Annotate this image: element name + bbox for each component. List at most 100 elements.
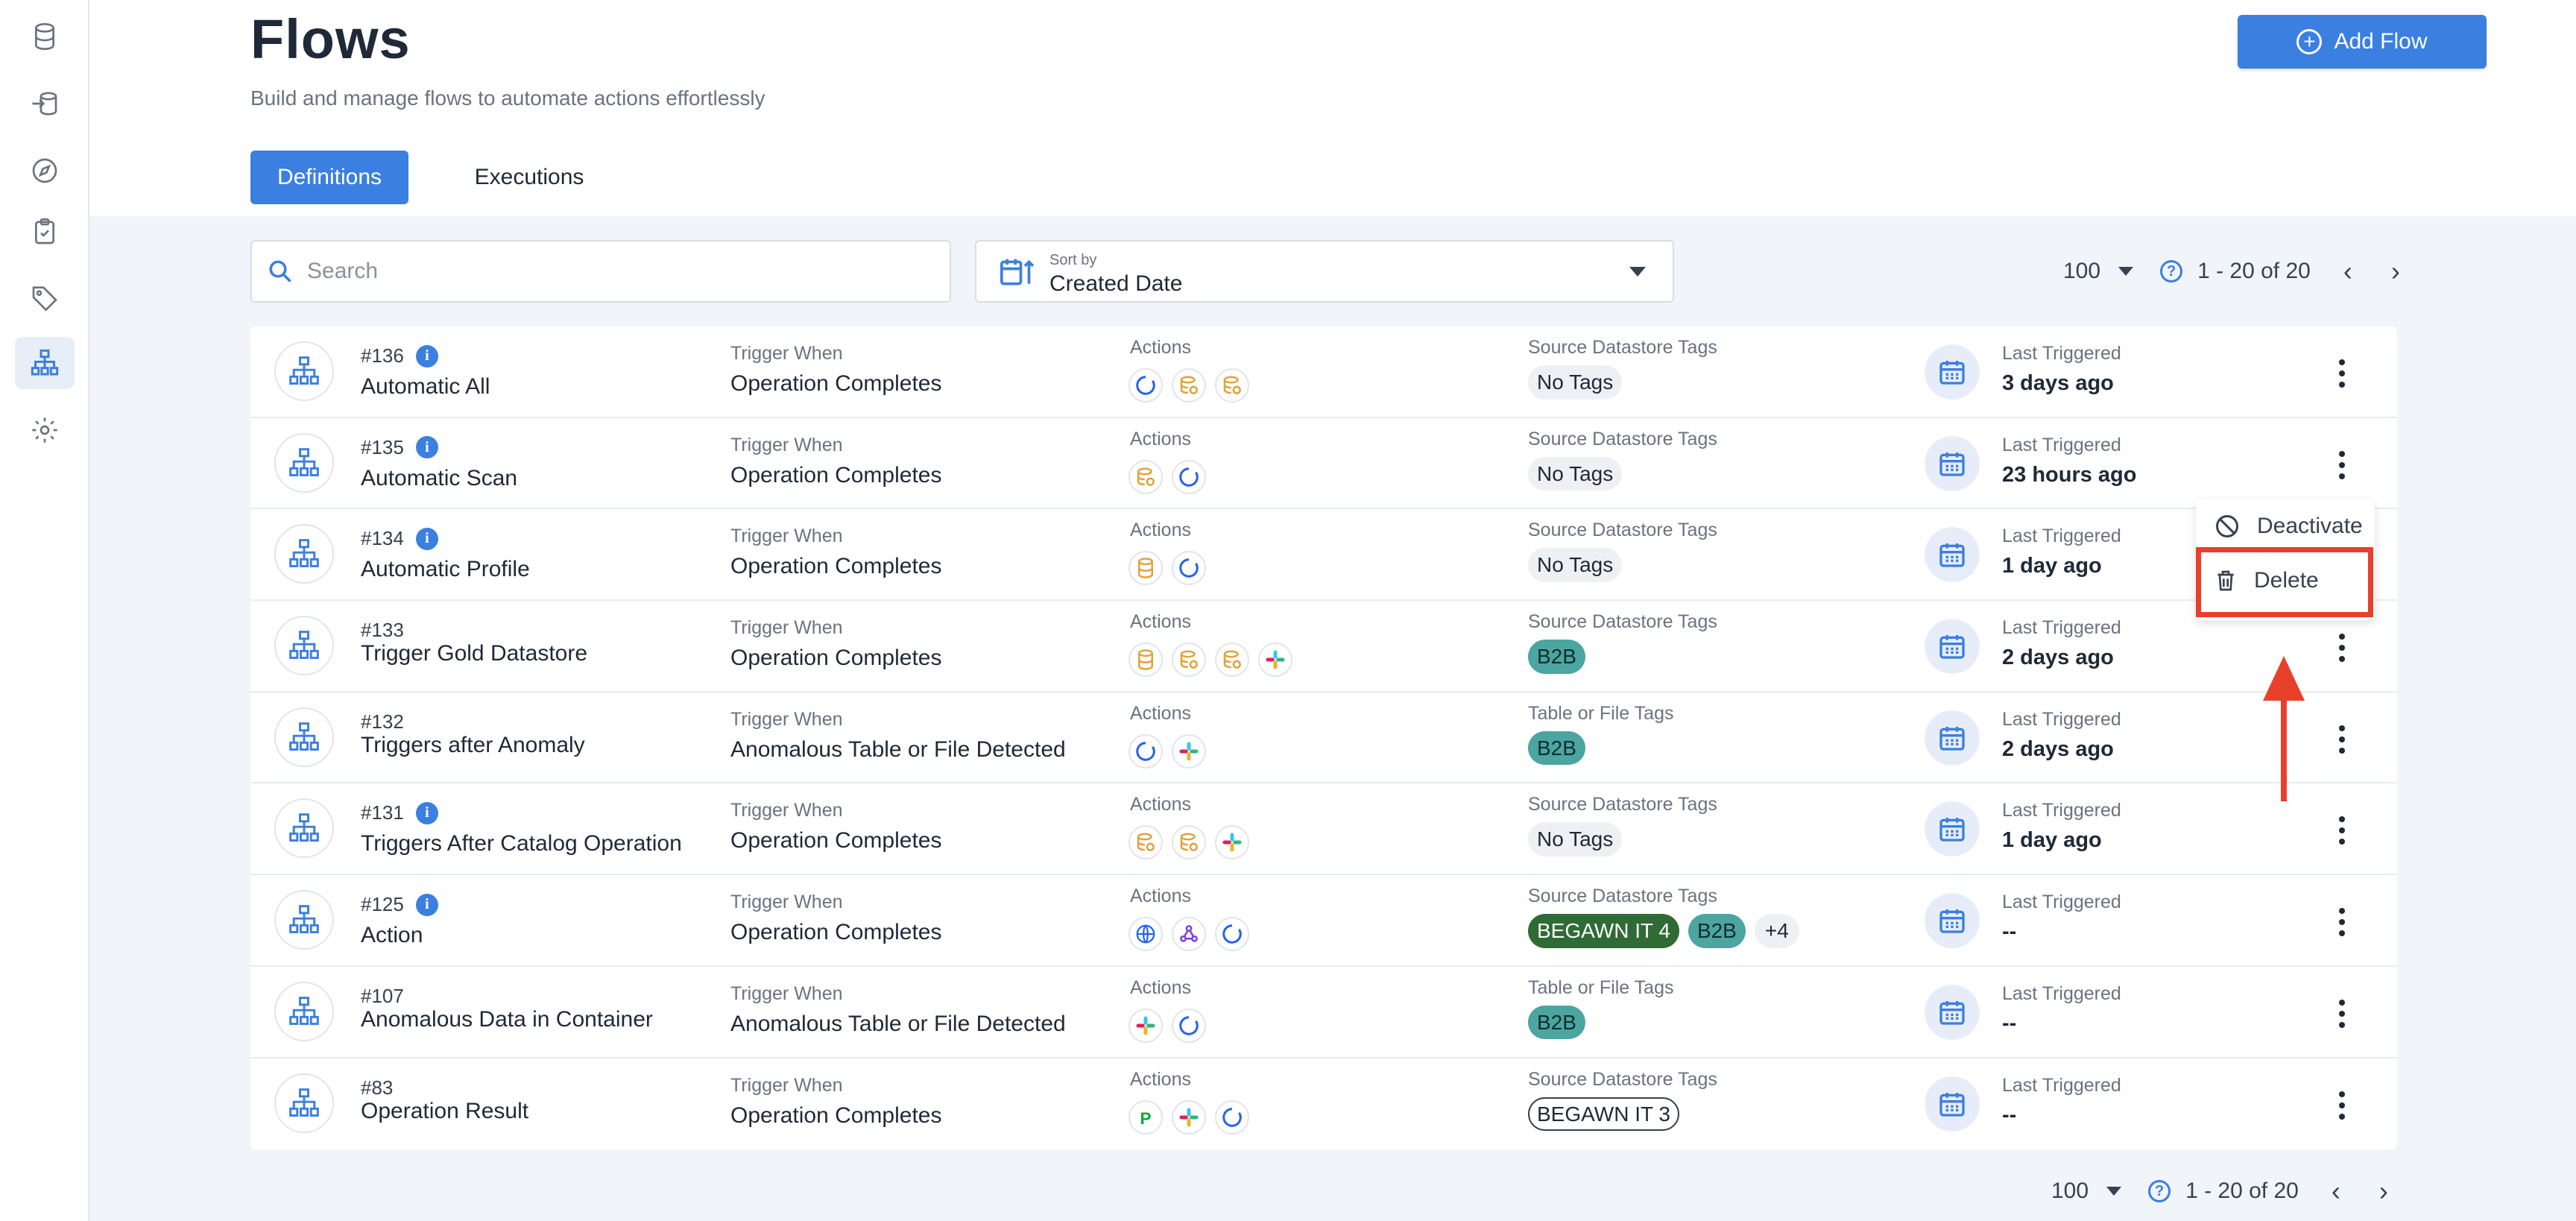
chevron-left-icon[interactable]: ‹ [2332, 1178, 2340, 1205]
more-options-icon[interactable] [2327, 629, 2357, 666]
search-icon [269, 260, 291, 283]
more-options-icon[interactable] [2327, 721, 2357, 758]
tag-list: BEGAWN IT 3 [1528, 1097, 1679, 1132]
chevron-left-icon[interactable]: ‹ [2343, 258, 2352, 285]
tags-label: Table or File Tags [1528, 702, 1674, 724]
flow-name[interactable]: Trigger Gold Datastore [361, 641, 587, 666]
table-row[interactable]: #125 i Action Trigger When Operation Com… [250, 875, 2397, 967]
database-icon [35, 23, 54, 51]
pagerduty-icon: P [1128, 1099, 1163, 1135]
trigger-label: Trigger When [730, 617, 843, 639]
per-page-select[interactable]: 100 [2051, 1179, 2089, 1204]
calendar-icon [1925, 710, 1980, 766]
flow-icon [274, 707, 334, 767]
tag-badge: B2B [1688, 914, 1746, 948]
flow-name[interactable]: Automatic Profile [361, 557, 530, 582]
table-row[interactable]: #133 Trigger Gold Datastore Trigger When… [250, 601, 2397, 692]
table-row[interactable]: #107 Anomalous Data in Container Trigger… [250, 967, 2397, 1058]
table-row[interactable]: #136 i Automatic All Trigger When Operat… [250, 326, 2397, 418]
flow-id: #136 i [361, 344, 438, 367]
flow-name[interactable]: Action [361, 923, 423, 948]
per-page-select[interactable]: 100 [2063, 259, 2100, 284]
trigger-value: Anomalous Table or File Detected [730, 1011, 1066, 1036]
flow-icon [274, 798, 334, 859]
more-options-icon[interactable] [2327, 903, 2357, 941]
add-flow-button[interactable]: + Add Flow [2238, 15, 2487, 69]
flows-table: #136 i Automatic All Trigger When Operat… [250, 326, 2397, 1150]
chevron-down-icon[interactable] [2106, 1187, 2122, 1196]
flow-name[interactable]: Anomalous Data in Container [361, 1007, 653, 1032]
sort-by-label: Sort by [1049, 252, 1097, 268]
chevron-down-icon [1629, 267, 1646, 277]
datastore-icon [1172, 368, 1206, 403]
last-triggered-value: -- [2002, 1102, 2017, 1127]
actions-label: Actions [1130, 611, 1191, 633]
last-triggered-value: -- [2002, 920, 2017, 944]
menu-item-deactivate[interactable]: Deactivate [2214, 513, 2363, 540]
tag-badge: No Tags [1528, 548, 1623, 582]
more-options-icon[interactable] [2327, 812, 2357, 849]
chevron-right-icon[interactable]: › [2391, 258, 2400, 285]
search-input[interactable] [307, 259, 918, 284]
tag-icon [32, 286, 57, 312]
flow-name[interactable]: Automatic Scan [361, 466, 517, 491]
flow-name[interactable]: Operation Result [361, 1099, 528, 1124]
datastore-icon [1172, 825, 1206, 860]
table-row[interactable]: #83 Operation Result Trigger When Operat… [250, 1058, 2397, 1150]
info-icon[interactable]: i [415, 527, 438, 550]
tab-definitions[interactable]: Definitions [250, 151, 408, 204]
sidebar-item-settings[interactable] [15, 404, 75, 456]
sidebar-item-checks[interactable] [15, 206, 75, 258]
action-icons [1128, 551, 1206, 586]
info-icon[interactable]: i [415, 436, 438, 459]
info-icon[interactable]: i [415, 801, 438, 824]
tag-list: B2B [1528, 731, 1585, 766]
tags-label: Source Datastore Tags [1528, 611, 1717, 633]
calendar-icon [1925, 619, 1980, 675]
operation-icon [1172, 459, 1206, 494]
flow-icon [274, 432, 334, 493]
chevron-right-icon[interactable]: › [2379, 1178, 2388, 1205]
flow-name[interactable]: Triggers after Anomaly [361, 733, 585, 758]
tag-badge: +4 [1754, 914, 1799, 948]
last-triggered-label: Last Triggered [2002, 526, 2121, 547]
calendar-icon [1925, 893, 1980, 949]
flow-id: #131 i [361, 801, 438, 824]
sidebar-item-datastores[interactable] [15, 10, 75, 63]
flow-id: #83 [361, 1076, 393, 1099]
more-options-icon[interactable] [2327, 447, 2357, 484]
more-options-icon[interactable] [2327, 1087, 2357, 1124]
sidebar-item-flows[interactable] [15, 337, 75, 389]
flow-name[interactable]: Triggers After Catalog Operation [361, 831, 682, 856]
trigger-value: Operation Completes [730, 554, 942, 579]
flow-id-text: #131 [361, 801, 404, 824]
table-row[interactable]: #135 i Automatic Scan Trigger When Opera… [250, 418, 2397, 510]
trigger-label: Trigger When [730, 434, 843, 455]
more-options-icon[interactable] [2327, 995, 2357, 1032]
more-options-icon[interactable] [2327, 355, 2357, 392]
help-icon[interactable]: ? [2148, 1180, 2171, 1202]
tab-executions[interactable]: Executions [432, 151, 626, 204]
flow-name[interactable]: Automatic All [361, 374, 490, 400]
search-box[interactable] [250, 240, 951, 303]
info-icon[interactable]: i [415, 893, 438, 916]
sidebar-item-explore[interactable] [15, 145, 75, 197]
trigger-label: Trigger When [730, 892, 843, 913]
slack-icon [1128, 1008, 1163, 1043]
flow-id-text: #136 [361, 344, 404, 367]
table-row[interactable]: #134 i Automatic Profile Trigger When Op… [250, 509, 2397, 602]
tag-badge: B2B [1528, 1005, 1585, 1040]
webhook-icon [1172, 917, 1206, 952]
calendar-sort-icon [1000, 259, 1035, 285]
table-row[interactable]: #132 Triggers after Anomaly Trigger When… [250, 692, 2397, 784]
sort-by-select[interactable]: Sort by Created Date [975, 240, 1674, 303]
tag-list: No Tags [1528, 365, 1623, 400]
page-title: Flows [250, 8, 411, 70]
flow-icon [274, 341, 334, 401]
info-icon[interactable]: i [415, 344, 438, 367]
help-icon[interactable]: ? [2160, 260, 2183, 283]
chevron-down-icon[interactable] [2118, 267, 2134, 276]
table-row[interactable]: #131 i Triggers After Catalog Operation … [250, 783, 2397, 876]
sidebar-item-enrichment[interactable] [15, 78, 75, 130]
sidebar-item-tags[interactable] [15, 271, 75, 324]
